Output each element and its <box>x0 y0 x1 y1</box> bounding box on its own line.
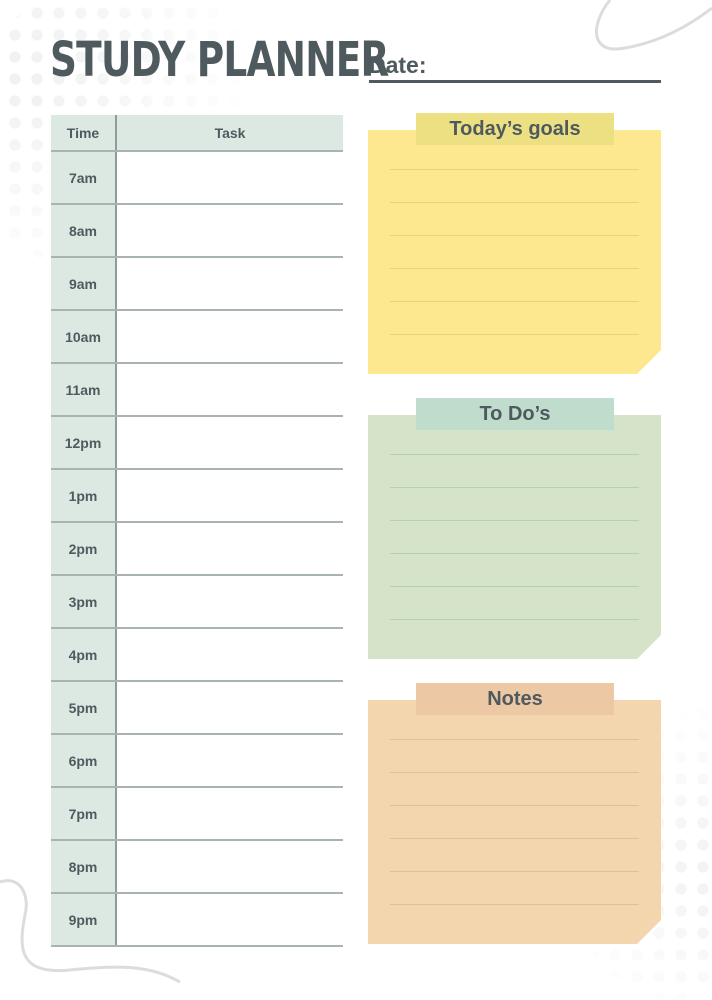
schedule-header-row: Time Task <box>51 115 343 152</box>
schedule-row: 7am <box>51 151 343 205</box>
writing-line <box>390 487 639 488</box>
schedule-row: 8pm <box>51 840 343 894</box>
writing-line <box>390 838 639 839</box>
task-cell[interactable] <box>116 681 343 735</box>
writing-line <box>390 268 639 269</box>
writing-line <box>390 586 639 587</box>
time-cell: 10am <box>51 310 117 364</box>
page-title: STUDY PLANNER <box>50 32 389 88</box>
time-cell: 8pm <box>51 840 117 894</box>
writing-line <box>390 739 639 740</box>
time-cell: 8am <box>51 204 117 258</box>
schedule-row: 6pm <box>51 734 343 788</box>
writing-line <box>390 454 639 455</box>
writing-line <box>390 235 639 236</box>
date-input-line[interactable] <box>369 80 661 83</box>
time-cell: 12pm <box>51 416 117 470</box>
time-cell: 7pm <box>51 787 117 841</box>
schedule-row: 9am <box>51 257 343 311</box>
to-dos-title: To Do’s <box>416 398 614 430</box>
writing-line <box>390 553 639 554</box>
writing-line <box>390 202 639 203</box>
schedule-row: 10am <box>51 310 343 364</box>
to-dos-card[interactable] <box>368 415 661 659</box>
task-cell[interactable] <box>116 522 343 576</box>
schedule-row: 5pm <box>51 681 343 735</box>
schedule-row: 11am <box>51 363 343 417</box>
task-column-header: Task <box>116 115 343 152</box>
writing-line <box>390 301 639 302</box>
task-cell[interactable] <box>116 628 343 682</box>
task-cell[interactable] <box>116 840 343 894</box>
schedule-row: 4pm <box>51 628 343 682</box>
time-cell: 4pm <box>51 628 117 682</box>
task-cell[interactable] <box>116 575 343 629</box>
schedule-row: 2pm <box>51 522 343 576</box>
task-cell[interactable] <box>116 204 343 258</box>
writing-line <box>390 520 639 521</box>
time-cell: 2pm <box>51 522 117 576</box>
time-cell: 9am <box>51 257 117 311</box>
schedule-row: 1pm <box>51 469 343 523</box>
time-cell: 5pm <box>51 681 117 735</box>
decorative-swirl-top-right <box>595 0 712 51</box>
writing-line <box>390 334 639 335</box>
task-cell[interactable] <box>116 787 343 841</box>
time-cell: 9pm <box>51 893 117 947</box>
time-cell: 11am <box>51 363 117 417</box>
schedule-table: Time Task 7am 8am 9am 10am 11am 12pm 1pm 2pm 3pm… <box>51 115 343 947</box>
date-label: Date: <box>369 52 427 78</box>
task-cell[interactable] <box>116 734 343 788</box>
notes-title: Notes <box>416 683 614 715</box>
schedule-row: 12pm <box>51 416 343 470</box>
writing-line <box>390 904 639 905</box>
time-cell: 3pm <box>51 575 117 629</box>
todays-goals-card[interactable] <box>368 130 661 374</box>
schedule-row: 3pm <box>51 575 343 629</box>
writing-line <box>390 871 639 872</box>
schedule-row: 7pm <box>51 787 343 841</box>
task-cell[interactable] <box>116 257 343 311</box>
notes-card[interactable] <box>368 700 661 944</box>
time-cell: 1pm <box>51 469 117 523</box>
writing-line <box>390 772 639 773</box>
time-cell: 6pm <box>51 734 117 788</box>
task-cell[interactable] <box>116 893 343 947</box>
writing-line <box>390 619 639 620</box>
task-cell[interactable] <box>116 151 343 205</box>
task-cell[interactable] <box>116 310 343 364</box>
time-column-header: Time <box>51 115 117 152</box>
todays-goals-title: Today’s goals <box>416 113 614 145</box>
task-cell[interactable] <box>116 416 343 470</box>
writing-line <box>390 169 639 170</box>
task-cell[interactable] <box>116 469 343 523</box>
writing-line <box>390 805 639 806</box>
task-cell[interactable] <box>116 363 343 417</box>
schedule-row: 9pm <box>51 893 343 947</box>
schedule-row: 8am <box>51 204 343 258</box>
time-cell: 7am <box>51 151 117 205</box>
